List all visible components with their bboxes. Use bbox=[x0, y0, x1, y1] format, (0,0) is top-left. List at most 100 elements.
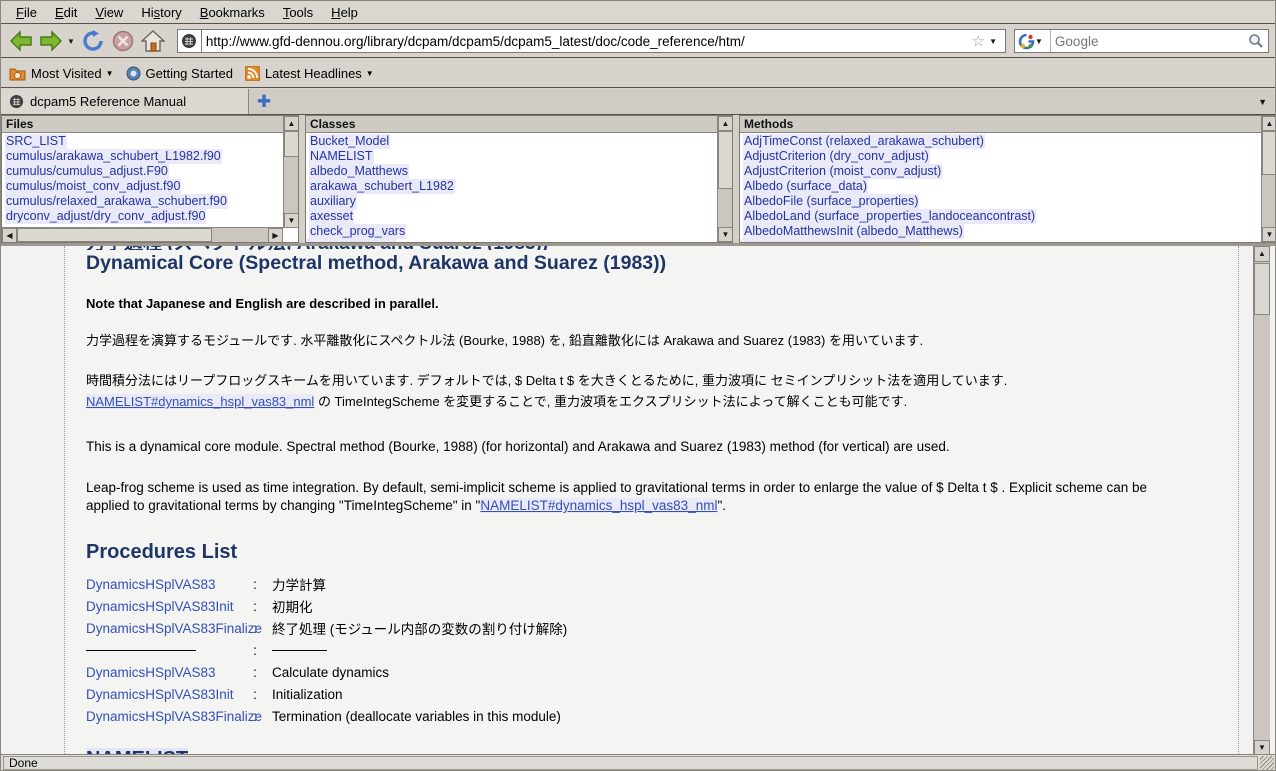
file-link[interactable]: cumulus/moist_conv_adjust.f90 bbox=[5, 179, 181, 194]
procedure-description: Initialization bbox=[262, 687, 1218, 702]
search-input[interactable] bbox=[1051, 34, 1248, 49]
bookmarks-toolbar: Most Visited ▼ Getting Started Latest He… bbox=[1, 59, 1275, 88]
url-bar[interactable]: http://www.gfd-dennou.org/library/dcpam/… bbox=[201, 29, 1006, 53]
methods-frame-title: Methods bbox=[740, 116, 1276, 133]
menu-item[interactable]: Bookmarks bbox=[191, 3, 274, 22]
document-body: 力学過程 (スペクトル法, Arakawa and Suarez (1983))… bbox=[65, 246, 1238, 756]
method-link[interactable]: Albedo (surface_data) bbox=[743, 179, 868, 194]
tab-list-dropdown[interactable]: ▼ bbox=[1250, 89, 1275, 114]
forward-button[interactable] bbox=[37, 28, 65, 54]
class-link[interactable]: NAMELIST bbox=[309, 149, 374, 164]
home-button[interactable] bbox=[139, 28, 167, 54]
scroll-down-arrow[interactable]: ▼ bbox=[718, 227, 733, 242]
file-link[interactable]: SRC_LIST bbox=[5, 134, 67, 149]
bookmark-star-icon[interactable]: ☆ bbox=[972, 32, 985, 50]
procedure-link[interactable]: DynamicsHSplVAS83Finalize bbox=[86, 621, 248, 636]
files-horizontal-scrollbar[interactable]: ◀ ▶ bbox=[2, 227, 283, 242]
jp-paragraph-2: 時間積分法にはリープフロッグスキームを用いています. デフォルトでは, $ De… bbox=[86, 370, 1218, 412]
menu-item[interactable]: View bbox=[86, 3, 132, 22]
scroll-left-arrow[interactable]: ◀ bbox=[2, 228, 17, 243]
menu-item[interactable]: Tools bbox=[274, 3, 322, 22]
google-icon bbox=[1018, 33, 1035, 50]
forward-arrow-icon bbox=[39, 30, 63, 52]
class-link[interactable]: albedo_Matthews bbox=[309, 164, 409, 179]
search-magnifier-icon[interactable] bbox=[1248, 33, 1264, 49]
menu-item[interactable]: Help bbox=[322, 3, 367, 22]
clipped-list-row bbox=[306, 239, 732, 242]
clipped-japanese-title: 力学過程 (スペクトル法, Arakawa and Suarez (1983)) bbox=[86, 246, 1218, 250]
resize-grip[interactable] bbox=[1260, 756, 1274, 770]
search-box[interactable]: ▼ bbox=[1014, 29, 1269, 53]
namelist-link[interactable]: NAMELIST#dynamics_hspl_vas83_nml bbox=[480, 498, 717, 513]
back-history-dropdown[interactable]: ▼ bbox=[67, 37, 75, 46]
menu-item[interactable]: History bbox=[132, 3, 190, 22]
bookmark-latest-headlines[interactable]: Latest Headlines ▼ bbox=[241, 63, 382, 84]
browser-window: File Edit View History Bookmarks Tools H… bbox=[0, 0, 1276, 771]
scrollbar-thumb[interactable] bbox=[17, 228, 212, 242]
scroll-down-arrow[interactable]: ▼ bbox=[284, 213, 299, 228]
tab-dcpam5-reference-manual[interactable]: dcpam5 Reference Manual bbox=[1, 89, 249, 114]
procedure-link[interactable]: DynamicsHSplVAS83Init bbox=[86, 599, 248, 614]
method-link[interactable]: AlbedoLand (surface_properties_landocean… bbox=[743, 209, 1036, 224]
method-link[interactable]: AlbedoMatthewsInit (albedo_Matthews) bbox=[743, 224, 964, 239]
file-link[interactable]: cumulus/arakawa_schubert_L1982.f90 bbox=[5, 149, 222, 164]
site-identity-box[interactable] bbox=[177, 29, 201, 53]
scroll-up-arrow[interactable]: ▲ bbox=[1262, 116, 1276, 131]
class-link[interactable]: arakawa_schubert_L1982 bbox=[309, 179, 455, 194]
file-link[interactable]: cumulus/cumulus_adjust.F90 bbox=[5, 164, 169, 179]
method-link[interactable]: AdjTimeConst (relaxed_arakawa_schubert) bbox=[743, 134, 985, 149]
class-link[interactable]: check_prog_vars bbox=[309, 224, 406, 239]
file-link[interactable]: dryconv_adjust/dry_conv_adjust.f90 bbox=[5, 209, 206, 224]
procedure-description: 力学計算 bbox=[262, 574, 1218, 594]
files-frame-title: Files bbox=[2, 116, 298, 133]
classes-frame-title: Classes bbox=[306, 116, 732, 133]
scrollbar-thumb[interactable] bbox=[284, 131, 299, 157]
reload-button[interactable] bbox=[79, 28, 107, 54]
procedure-link[interactable]: DynamicsHSplVAS83 bbox=[86, 665, 248, 680]
url-text[interactable]: http://www.gfd-dennou.org/library/dcpam/… bbox=[206, 34, 972, 49]
stop-button[interactable] bbox=[109, 28, 137, 54]
scroll-right-arrow[interactable]: ▶ bbox=[268, 228, 283, 243]
search-engine-button[interactable]: ▼ bbox=[1015, 30, 1051, 52]
procedure-row: DynamicsHSplVAS83Finalize : 終了処理 (モジュール内… bbox=[86, 617, 1218, 639]
tab-favicon bbox=[9, 94, 24, 109]
back-button[interactable] bbox=[7, 28, 35, 54]
menu-item[interactable]: File bbox=[7, 3, 46, 22]
main-vertical-scrollbar[interactable]: ▲ ▼ bbox=[1253, 246, 1270, 756]
scrollbar-thumb[interactable] bbox=[1262, 131, 1276, 175]
class-link[interactable]: Bucket_Model bbox=[309, 134, 390, 149]
url-dropdown[interactable]: ▼ bbox=[989, 37, 997, 46]
procedure-description: 終了処理 (モジュール内部の変数の割り付け解除) bbox=[262, 618, 1218, 638]
reference-frames: Files SRC_LISTcumulus/arakawa_schubert_L… bbox=[1, 115, 1275, 243]
methods-list: AdjTimeConst (relaxed_arakawa_schubert)A… bbox=[740, 133, 1276, 239]
scroll-up-arrow[interactable]: ▲ bbox=[284, 116, 299, 131]
bookmark-most-visited[interactable]: Most Visited ▼ bbox=[5, 63, 122, 84]
scroll-up-arrow[interactable]: ▲ bbox=[718, 116, 733, 131]
classes-vertical-scrollbar[interactable]: ▲ ▼ bbox=[717, 116, 732, 242]
method-link[interactable]: AdjustCriterion (moist_conv_adjust) bbox=[743, 164, 942, 179]
scroll-up-arrow[interactable]: ▲ bbox=[1254, 246, 1270, 262]
class-link[interactable]: auxiliary bbox=[309, 194, 357, 209]
menu-item[interactable]: Edit bbox=[46, 3, 86, 22]
bookmark-getting-started[interactable]: Getting Started bbox=[122, 63, 241, 84]
procedure-link[interactable]: DynamicsHSplVAS83Init bbox=[86, 687, 248, 702]
search-engine-dropdown[interactable]: ▼ bbox=[1035, 37, 1043, 46]
class-link[interactable]: axesset bbox=[309, 209, 354, 224]
procedure-link[interactable]: DynamicsHSplVAS83 bbox=[86, 577, 248, 592]
file-link[interactable]: cumulus/relaxed_arakawa_schubert.f90 bbox=[5, 194, 228, 209]
method-link[interactable]: AlbedoFile (surface_properties) bbox=[743, 194, 919, 209]
new-tab-button[interactable]: ✚ bbox=[249, 89, 279, 114]
scrollbar-thumb[interactable] bbox=[718, 131, 733, 189]
methods-vertical-scrollbar[interactable]: ▲ ▼ bbox=[1261, 116, 1276, 242]
scroll-down-arrow[interactable]: ▼ bbox=[1262, 227, 1276, 242]
files-vertical-scrollbar[interactable]: ▲ ▼ bbox=[283, 116, 298, 228]
namelist-link[interactable]: NAMELIST#dynamics_hspl_vas83_nml bbox=[86, 394, 314, 409]
status-text: Done bbox=[3, 756, 1258, 770]
scrollbar-thumb[interactable] bbox=[1254, 263, 1270, 315]
procedure-link[interactable] bbox=[86, 650, 196, 651]
method-link[interactable]: AdjustCriterion (dry_conv_adjust) bbox=[743, 149, 930, 164]
procedure-link[interactable]: DynamicsHSplVAS83Finalize bbox=[86, 709, 248, 724]
stop-icon bbox=[112, 30, 134, 52]
classes-list: Bucket_ModelNAMELISTalbedo_Matthewsaraka… bbox=[306, 133, 732, 239]
en-paragraph-2: Leap-frog scheme is used as time integra… bbox=[86, 479, 1218, 515]
